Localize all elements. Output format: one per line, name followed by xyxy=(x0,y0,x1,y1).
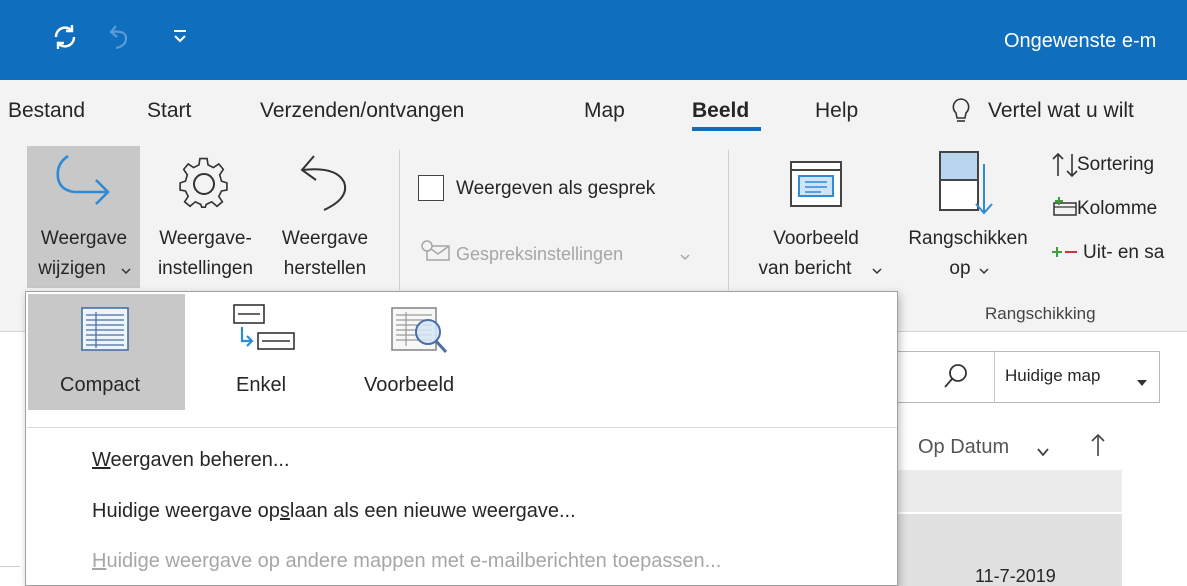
list-group-header xyxy=(896,470,1122,512)
save-view-menu-item[interactable]: Huidige weergave opslaan als een nieuwe … xyxy=(92,500,576,523)
chevron-down-icon xyxy=(121,262,131,280)
expand-collapse-label[interactable]: Uit- en sa xyxy=(1083,238,1164,267)
tell-me-input[interactable]: Vertel wat u wilt xyxy=(988,99,1134,123)
tab-help[interactable]: Help xyxy=(815,99,858,123)
list-divider xyxy=(0,566,20,567)
sort-arrows-icon xyxy=(1050,150,1080,185)
menu-separator xyxy=(27,427,897,428)
gear-icon[interactable] xyxy=(172,155,236,218)
customize-quick-access-icon[interactable] xyxy=(172,26,188,51)
tab-verzenden-ontvangen[interactable]: Verzenden/ontvangen xyxy=(260,99,464,123)
ribbon-separator xyxy=(399,150,400,290)
arrange-by-label-2[interactable]: op xyxy=(940,254,980,283)
expand-collapse-icon xyxy=(1050,242,1080,267)
show-as-conversation-checkbox[interactable] xyxy=(418,175,444,201)
search-icon[interactable] xyxy=(942,362,970,395)
save-view-accel: s xyxy=(279,500,290,522)
sync-icon[interactable] xyxy=(50,22,80,57)
active-tab-indicator xyxy=(692,127,761,131)
view-single-label: Enkel xyxy=(236,374,287,396)
save-view-text-2: laan als een nieuwe weergave... xyxy=(289,500,576,522)
manage-views-text: eergaven beheren... xyxy=(110,449,290,471)
manage-views-accel: W xyxy=(92,449,111,471)
group-label-rangschikking: Rangschikking xyxy=(985,304,1096,323)
mail-date: 11-7-2019 xyxy=(975,566,1056,586)
columns-label[interactable]: Kolomme xyxy=(1077,194,1157,223)
ribbon-separator xyxy=(728,150,729,290)
sort-by-date-label[interactable]: Op Datum xyxy=(918,436,1009,459)
apply-view-accel: H xyxy=(92,550,107,572)
chevron-down-icon xyxy=(680,248,690,266)
search-scope-label: Huidige map xyxy=(1005,366,1101,385)
apply-view-text: uidige weergave op andere mappen met e-m… xyxy=(106,550,722,572)
tab-start[interactable]: Start xyxy=(147,99,191,123)
view-change-icon xyxy=(50,152,114,217)
view-compact-label: Compact xyxy=(60,374,141,396)
arrange-by-icon[interactable] xyxy=(938,150,994,223)
view-settings-label-2[interactable]: instellingen xyxy=(143,254,268,283)
reset-view-icon[interactable] xyxy=(296,152,356,219)
sort-ascending-icon[interactable] xyxy=(1090,432,1106,463)
compact-view-icon xyxy=(80,306,130,357)
caret-down-icon xyxy=(1136,374,1148,392)
conversation-settings-label: Gespreksinstellingen xyxy=(456,244,624,264)
chevron-down-icon xyxy=(1036,444,1050,462)
conversation-settings-icon xyxy=(418,237,454,268)
view-settings-label-1[interactable]: Weergave- xyxy=(143,224,268,253)
columns-icon xyxy=(1052,196,1078,223)
view-preview-label: Voorbeeld xyxy=(364,374,455,396)
show-as-conversation-label[interactable]: Weergeven als gesprek xyxy=(456,174,655,203)
undo-icon[interactable] xyxy=(106,22,136,57)
view-change-label-2: wijzigen xyxy=(38,258,106,279)
sort-label[interactable]: Sortering xyxy=(1077,150,1154,179)
apply-view-menu-item: Huidige weergave op andere mappen met e-… xyxy=(92,550,721,573)
tab-map[interactable]: Map xyxy=(584,99,625,123)
arrange-by-label-1[interactable]: Rangschikken xyxy=(893,224,1043,253)
title-bar: Ongewenste e-m xyxy=(0,0,1187,80)
chevron-down-icon xyxy=(979,262,989,280)
manage-views-menu-item[interactable]: Weergaven beheren... xyxy=(92,449,290,472)
view-reset-label-2[interactable]: herstellen xyxy=(268,254,382,283)
view-reset-label-1[interactable]: Weergave xyxy=(268,224,382,253)
reading-preview-icon[interactable] xyxy=(789,160,843,213)
single-view-icon xyxy=(232,303,296,364)
reading-preview-label-2[interactable]: van bericht xyxy=(740,254,870,283)
lightbulb-icon xyxy=(950,96,972,131)
save-view-text-1: Huidige weergave op xyxy=(92,500,280,522)
tab-bestand[interactable]: Bestand xyxy=(8,99,85,123)
chevron-down-icon xyxy=(872,262,882,280)
view-change-label-1: Weergave xyxy=(40,228,128,249)
window-title: Ongewenste e-m xyxy=(1004,30,1157,52)
tab-beeld[interactable]: Beeld xyxy=(692,99,749,123)
reading-preview-label-1[interactable]: Voorbeeld xyxy=(746,224,886,253)
preview-view-icon xyxy=(390,306,452,363)
